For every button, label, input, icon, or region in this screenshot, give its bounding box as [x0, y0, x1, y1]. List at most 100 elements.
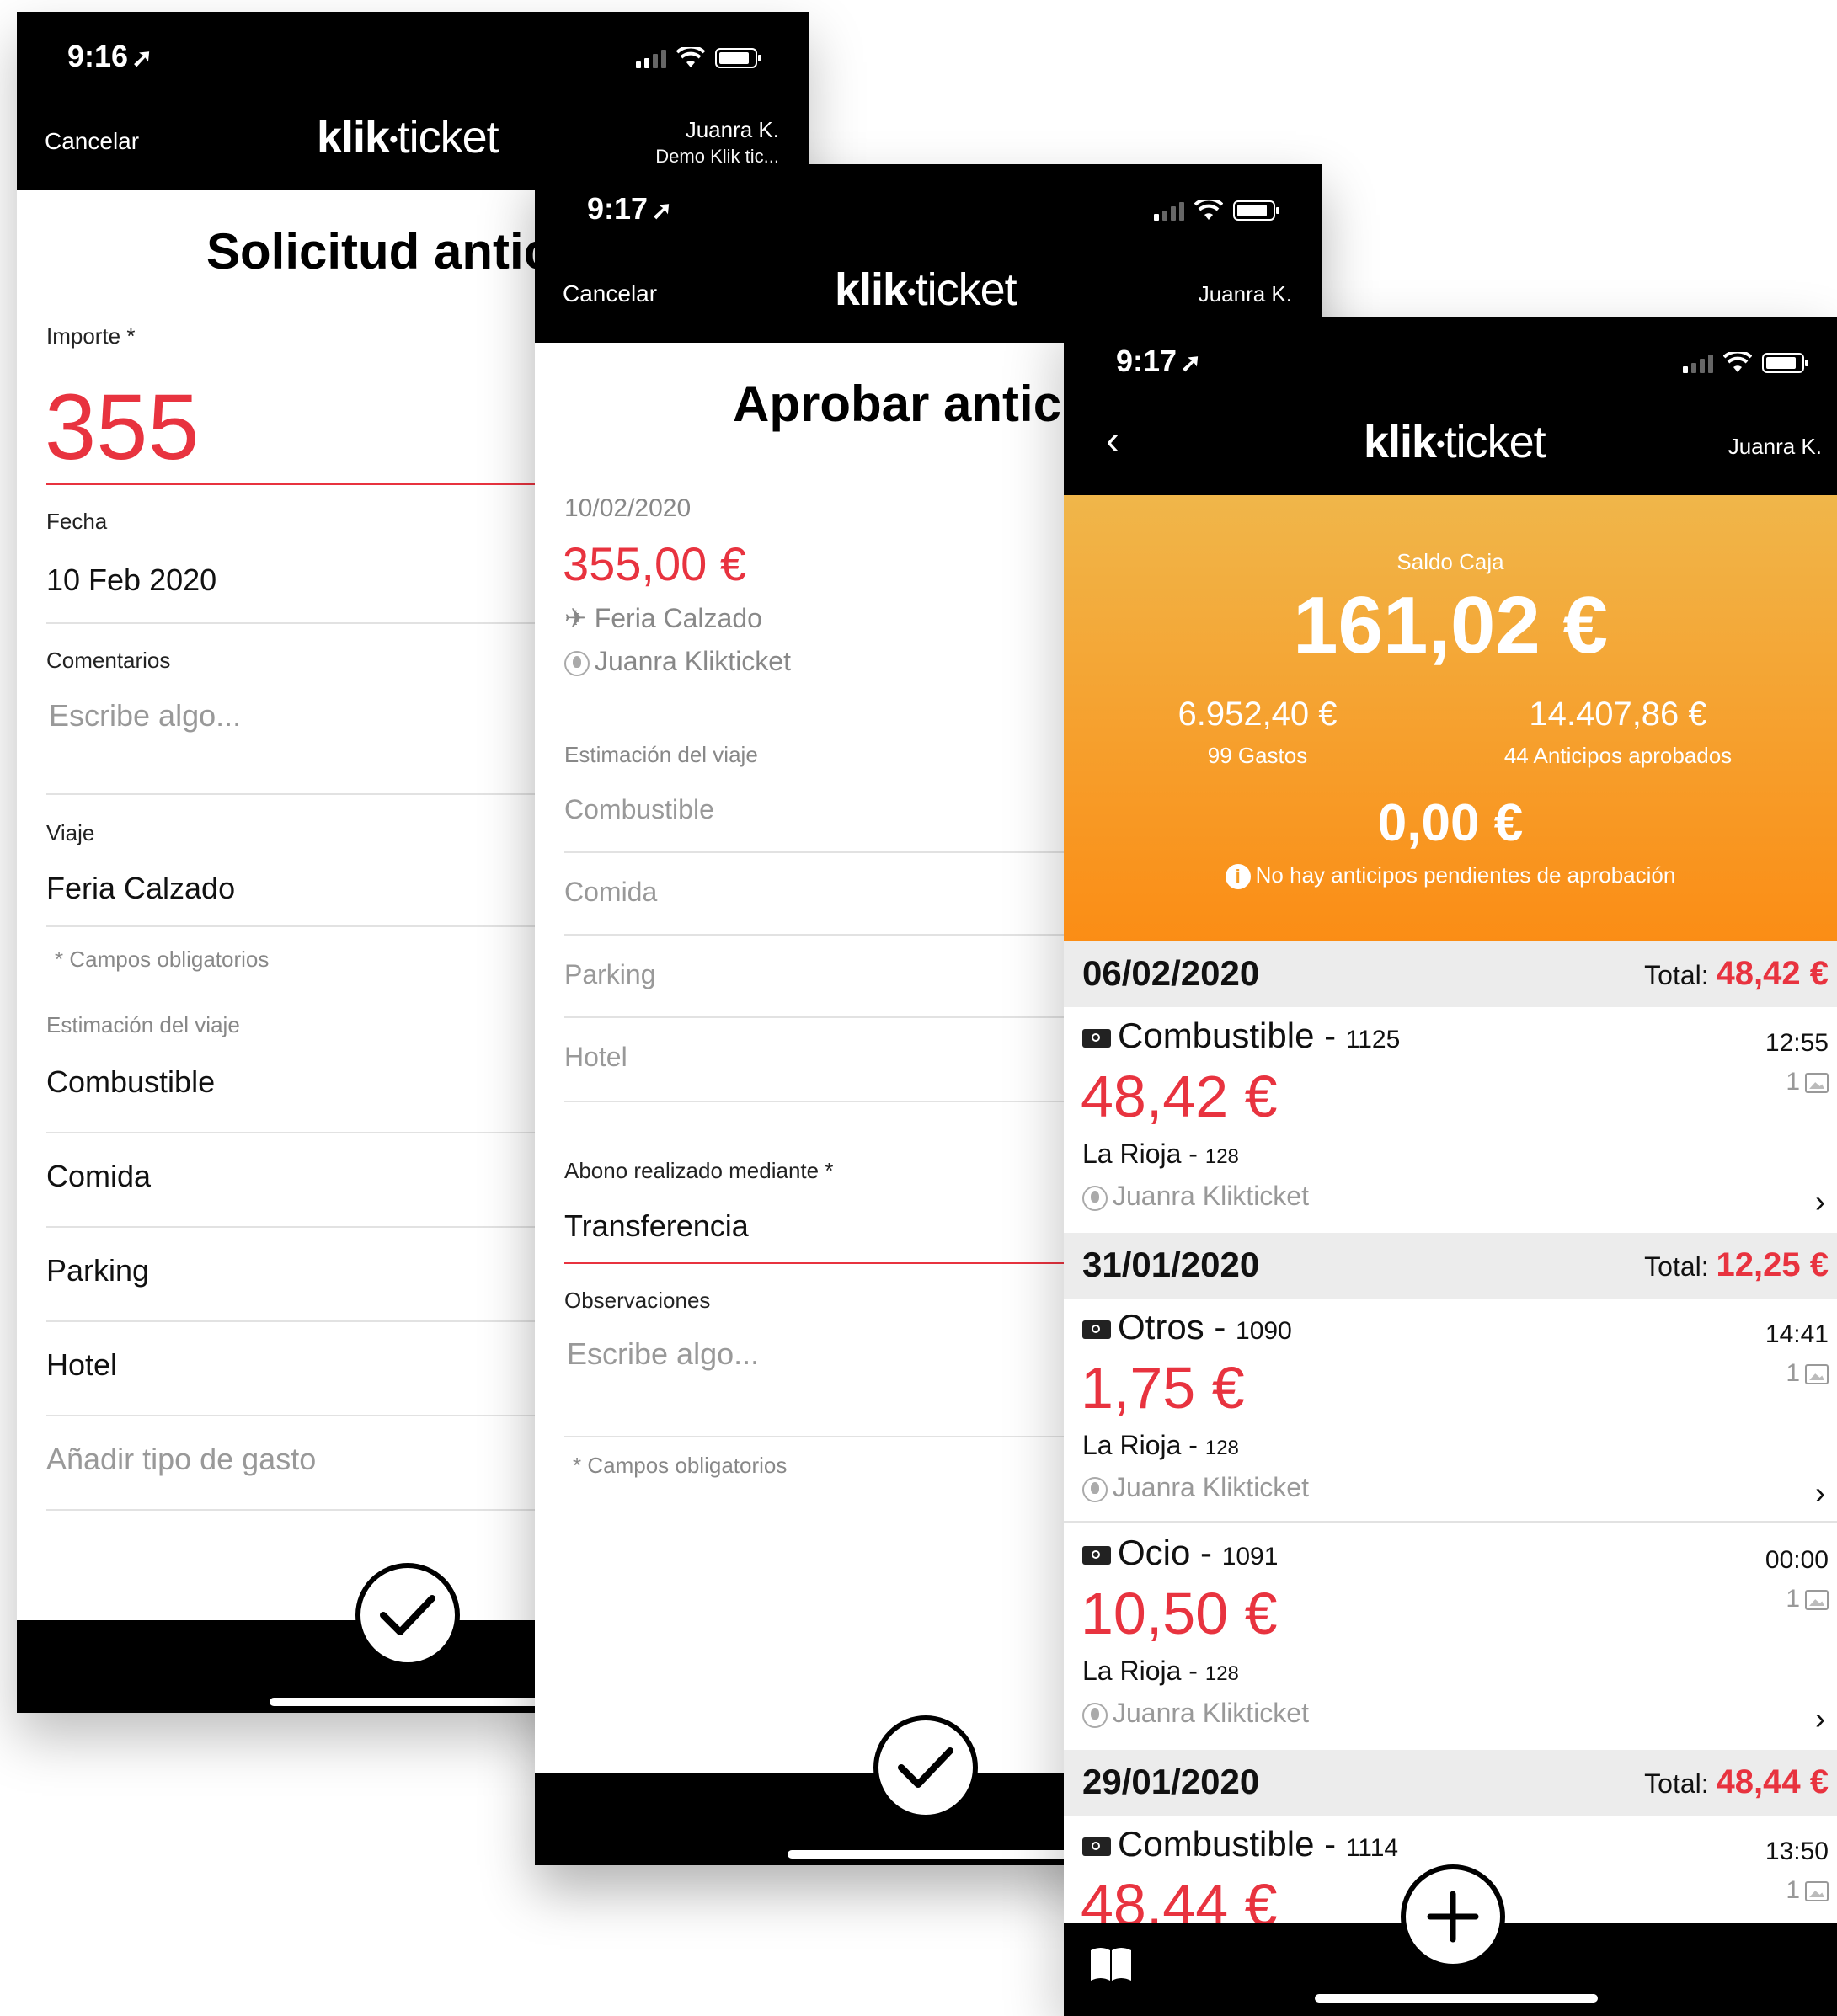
- entry-attachments: 1: [1786, 1068, 1829, 1096]
- advance-amount: 355,00 €: [563, 537, 746, 590]
- estimacion-label: Estimación del viaje: [564, 742, 758, 767]
- group-total: Total: 48,42 €: [1644, 955, 1829, 992]
- observaciones-input[interactable]: Escribe algo...: [567, 1336, 759, 1372]
- entry-attachments: 1: [1786, 1359, 1829, 1388]
- comentarios-input[interactable]: Escribe algo...: [49, 698, 241, 733]
- importe-input[interactable]: 355: [45, 374, 200, 481]
- user-menu[interactable]: Juanra K.: [1728, 433, 1822, 460]
- add-gasto-button[interactable]: Añadir tipo de gasto: [46, 1442, 316, 1477]
- signal-icon: [636, 48, 666, 68]
- advance-trip: ✈ Feria Calzado: [564, 602, 762, 634]
- entry-attachments: 1: [1786, 1585, 1829, 1613]
- status-time: 9:17 ➚: [587, 191, 673, 226]
- person-icon: [1082, 1476, 1108, 1502]
- trip-name: Feria Calzado: [594, 603, 762, 633]
- person-icon: [564, 650, 590, 676]
- plus-icon: [1427, 1891, 1479, 1943]
- comentarios-label: Comentarios: [46, 648, 171, 673]
- gastos-value: 6.952,40 €: [1177, 696, 1338, 733]
- fecha-label: Fecha: [46, 509, 108, 534]
- cancel-button[interactable]: Cancelar: [563, 280, 657, 307]
- viaje-field[interactable]: Feria Calzado: [46, 871, 235, 906]
- battery-icon: [715, 48, 761, 68]
- expense-entry[interactable]: Combustible - 1125 48,42 € La Rioja - 12…: [1064, 1007, 1837, 1229]
- check-icon: [898, 1747, 953, 1788]
- top-bar: 9:17 ➚ ‹ klik•ticket Juanra K.: [1064, 317, 1837, 495]
- entry-amount: 10,50 €: [1081, 1581, 1278, 1646]
- klikticket-logo: klik•ticket: [1364, 417, 1546, 467]
- image-icon: [1805, 1073, 1829, 1094]
- date-group-header: 06/02/2020 Total: 48,42 €: [1064, 941, 1837, 1007]
- check-icon: [380, 1595, 435, 1635]
- group-date: 29/01/2020: [1082, 1762, 1260, 1801]
- confirm-button[interactable]: [355, 1563, 460, 1667]
- plane-icon: ✈: [564, 603, 587, 633]
- saldo-label: Saldo Caja: [1396, 549, 1504, 574]
- divider: [1064, 1521, 1837, 1523]
- battery-icon: [1762, 353, 1808, 373]
- entry-person: Juanra Klikticket: [1082, 1472, 1309, 1503]
- abono-label: Abono realizado mediante *: [564, 1158, 834, 1183]
- entry-location: La Rioja - 128: [1082, 1430, 1239, 1460]
- entry-location: La Rioja - 128: [1082, 1139, 1239, 1169]
- status-icons: [1154, 200, 1279, 221]
- image-icon: [1805, 1590, 1829, 1611]
- phone-cash-balance: 9:17 ➚ ‹ klik•ticket Juanra K. Saldo Caja…: [1064, 317, 1837, 2016]
- abono-field[interactable]: Transferencia: [564, 1208, 749, 1244]
- image-icon: [1805, 1881, 1829, 1902]
- entry-category: Ocio - 1091: [1082, 1533, 1278, 1573]
- entry-attachments: 1: [1786, 1876, 1829, 1905]
- confirm-button[interactable]: [873, 1715, 978, 1820]
- expense-entry[interactable]: Otros - 1090 1,75 € La Rioja - 128 Juanr…: [1064, 1299, 1837, 1521]
- wifi-icon: [1194, 200, 1223, 220]
- signal-icon: [1154, 200, 1184, 221]
- cancel-button[interactable]: Cancelar: [45, 128, 139, 155]
- home-indicator: [788, 1850, 1074, 1859]
- user-name: Juanra K.: [685, 117, 779, 142]
- entry-category: Combustible - 1125: [1082, 1016, 1400, 1056]
- location-arrow-icon: ➚: [131, 45, 153, 72]
- balance-summary: Saldo Caja 161,02 € 6.952,40 € 99 Gastos…: [1064, 495, 1837, 941]
- entry-time: 00:00: [1765, 1546, 1829, 1574]
- gasto-item-hotel[interactable]: Hotel: [46, 1347, 117, 1383]
- user-menu[interactable]: Juanra K. Demo Klik tic...: [655, 116, 779, 170]
- user-menu[interactable]: Juanra K.: [1199, 280, 1292, 307]
- entry-amount: 1,75 €: [1081, 1355, 1245, 1421]
- cash-icon: [1082, 1320, 1111, 1339]
- home-indicator: [1315, 1994, 1598, 2003]
- pending-label: No hay anticipos pendientes de aprobació…: [1255, 862, 1676, 888]
- chevron-right-icon: ›: [1815, 1475, 1825, 1510]
- cash-icon: [1082, 1028, 1111, 1048]
- expense-entry[interactable]: Ocio - 1091 10,50 € La Rioja - 128 Juanr…: [1064, 1524, 1837, 1747]
- fecha-field[interactable]: 10 Feb 2020: [46, 563, 216, 598]
- pending-info: i No hay anticipos pendientes de aprobaci…: [1064, 862, 1837, 889]
- status-icons: [1683, 352, 1808, 374]
- add-button[interactable]: [1401, 1864, 1505, 1969]
- gasto-item-parking[interactable]: Parking: [46, 1253, 149, 1288]
- image-icon: [1805, 1364, 1829, 1385]
- gasto-item-parking[interactable]: Parking: [564, 959, 656, 990]
- gasto-item-comida[interactable]: Comida: [564, 877, 657, 908]
- klikticket-logo: klik•ticket: [317, 112, 499, 163]
- cash-icon: [1082, 1545, 1111, 1565]
- page-title: Aprobar antici: [733, 376, 1076, 432]
- back-chevron-icon[interactable]: ‹: [1106, 418, 1119, 464]
- group-total: Total: 48,44 €: [1644, 1763, 1829, 1800]
- estimacion-label: Estimación del viaje: [46, 1012, 240, 1037]
- wifi-icon: [676, 47, 705, 67]
- gasto-item-combustible[interactable]: Combustible: [564, 794, 714, 825]
- required-note: * Campos obligatorios: [573, 1453, 788, 1478]
- book-icon[interactable]: [1089, 1945, 1133, 1982]
- pending-value: 0,00 €: [1377, 794, 1524, 852]
- group-total: Total: 12,25 €: [1644, 1246, 1829, 1283]
- anticipos-value: 14.407,86 €: [1529, 696, 1707, 733]
- location-arrow-icon: ➚: [651, 197, 673, 225]
- entry-location: La Rioja - 128: [1082, 1656, 1239, 1686]
- gasto-item-combustible[interactable]: Combustible: [46, 1064, 215, 1100]
- gasto-item-hotel[interactable]: Hotel: [564, 1042, 627, 1073]
- anticipos-label: 44 Anticipos aprobados: [1503, 743, 1733, 768]
- advance-date: 10/02/2020: [564, 494, 692, 522]
- battery-icon: [1233, 200, 1279, 221]
- gasto-item-comida[interactable]: Comida: [46, 1159, 151, 1194]
- status-time: 9:17 ➚: [1116, 344, 1202, 378]
